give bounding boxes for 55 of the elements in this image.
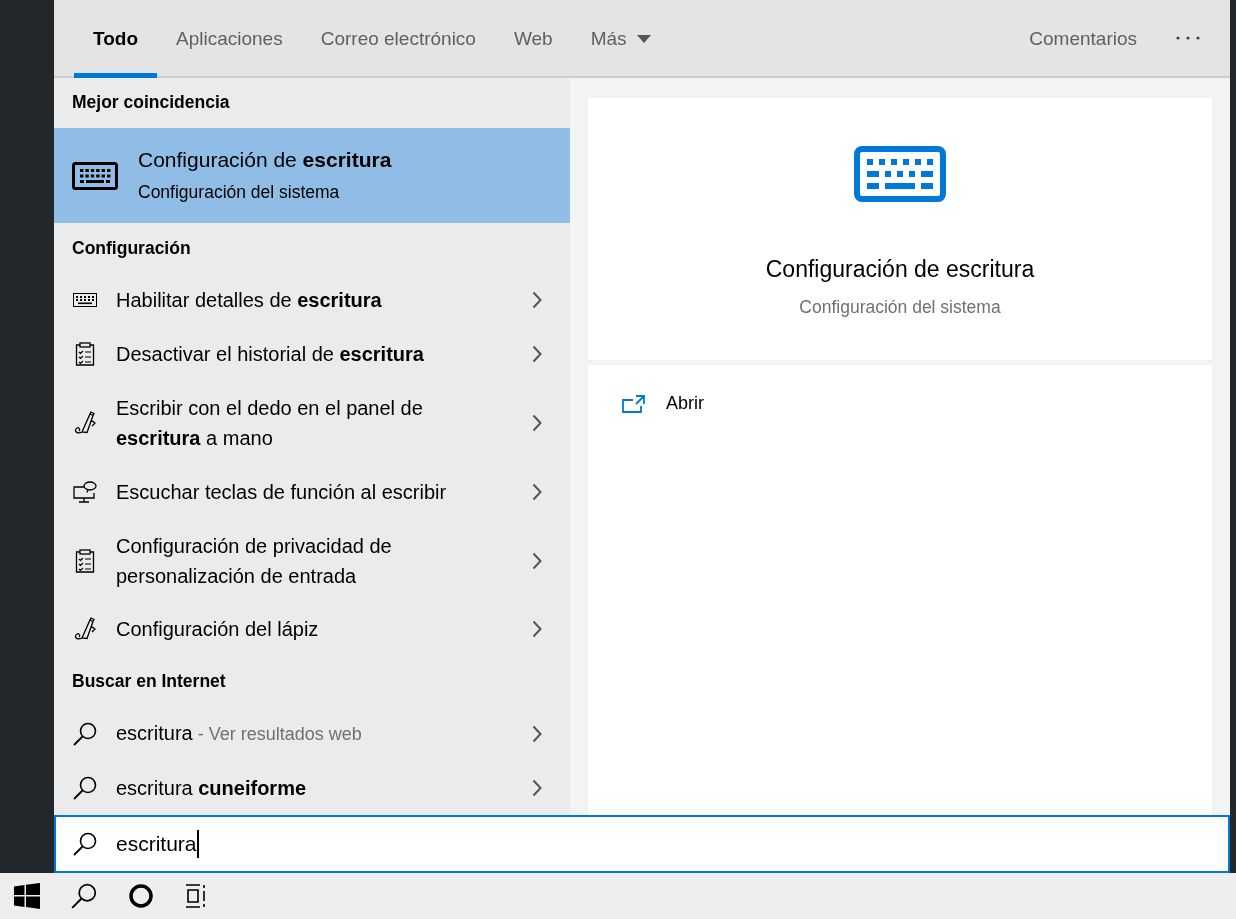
settings-result-item[interactable]: Configuración de privacidad de personalización de entrada [54,518,570,603]
result-label: Configuración del lápiz [116,617,320,643]
keyboard-icon [72,161,118,190]
search-field[interactable]: escritura [54,815,1230,873]
caret-icon [636,34,651,43]
settings-result-item[interactable]: Escuchar teclas de función al escribir [54,464,570,519]
section-header: Buscar en Internet [71,669,227,693]
result-label: Desactivar el historial de escritura [116,342,425,367]
result-label: Habilitar detalles de escritura [116,288,383,313]
open-link[interactable]: Abrir [666,393,704,414]
chevron-icon [532,724,542,743]
circle-icon[interactable] [128,883,154,909]
settings-result-item[interactable]: Escribir con el dedo en el panel de escritura a mano [54,381,570,465]
chevron-icon [532,482,542,501]
tab[interactable]: Correo electrónico [301,0,495,78]
windows-logo-icon[interactable] [14,883,40,909]
settings-result-item[interactable]: Desactivar el historial de escritura [54,327,570,381]
open-external-icon [622,394,646,413]
keyboard-icon [854,146,946,202]
search-icon [72,775,98,801]
result-label: Escribir con el dedo en el panel de escritura a mano [116,395,424,451]
web-result-item[interactable]: escritura - Ver resultados web [54,706,570,761]
preview-title: Configuración de escritura [765,256,1035,283]
chevron-icon [532,551,542,570]
result-title: Configuración de escritura [138,148,392,172]
pen-icon [72,410,98,435]
search-icon [72,720,98,747]
chevron-icon [532,345,542,363]
settings-result-item[interactable]: Habilitar detalles de escritura [54,273,570,327]
tab[interactable]: Más [571,0,670,78]
keyboard-icon [72,293,98,307]
result-label: Configuración de privacidad de personalización de entrada [116,533,393,589]
result-label: escritura cuneiforme [116,776,308,801]
section-header: Configuración [71,236,192,260]
chevron-icon [532,291,542,309]
web-result-item[interactable]: escritura cuneiforme [54,761,570,815]
section-header: Mejor coincidencia [71,91,231,115]
search-icon[interactable] [70,882,98,910]
result-subtitle: Configuración del sistema [138,182,341,203]
pen-icon [72,617,98,642]
tab[interactable]: Web [494,0,572,78]
chevron-icon [532,620,542,639]
search-icon [72,831,98,857]
feedback-button[interactable]: Comentarios [1010,0,1156,78]
result-label: escritura - Ver resultados web [116,721,363,747]
text-cursor [196,830,199,858]
best-match-item[interactable]: Configuración de escritura Configuración del sistema [54,127,570,224]
preview-subtitle: Configuración del sistema [799,297,1001,318]
result-label: Escuchar teclas de función al escribir [116,479,448,505]
tab[interactable]: Aplicaciones [157,0,302,78]
settings-result-item[interactable]: Configuración del lápiz [54,602,570,657]
more-icon[interactable] [1176,36,1200,40]
monitor-speech-icon [72,480,98,503]
chevron-icon [532,413,542,432]
chevron-icon [532,779,542,797]
